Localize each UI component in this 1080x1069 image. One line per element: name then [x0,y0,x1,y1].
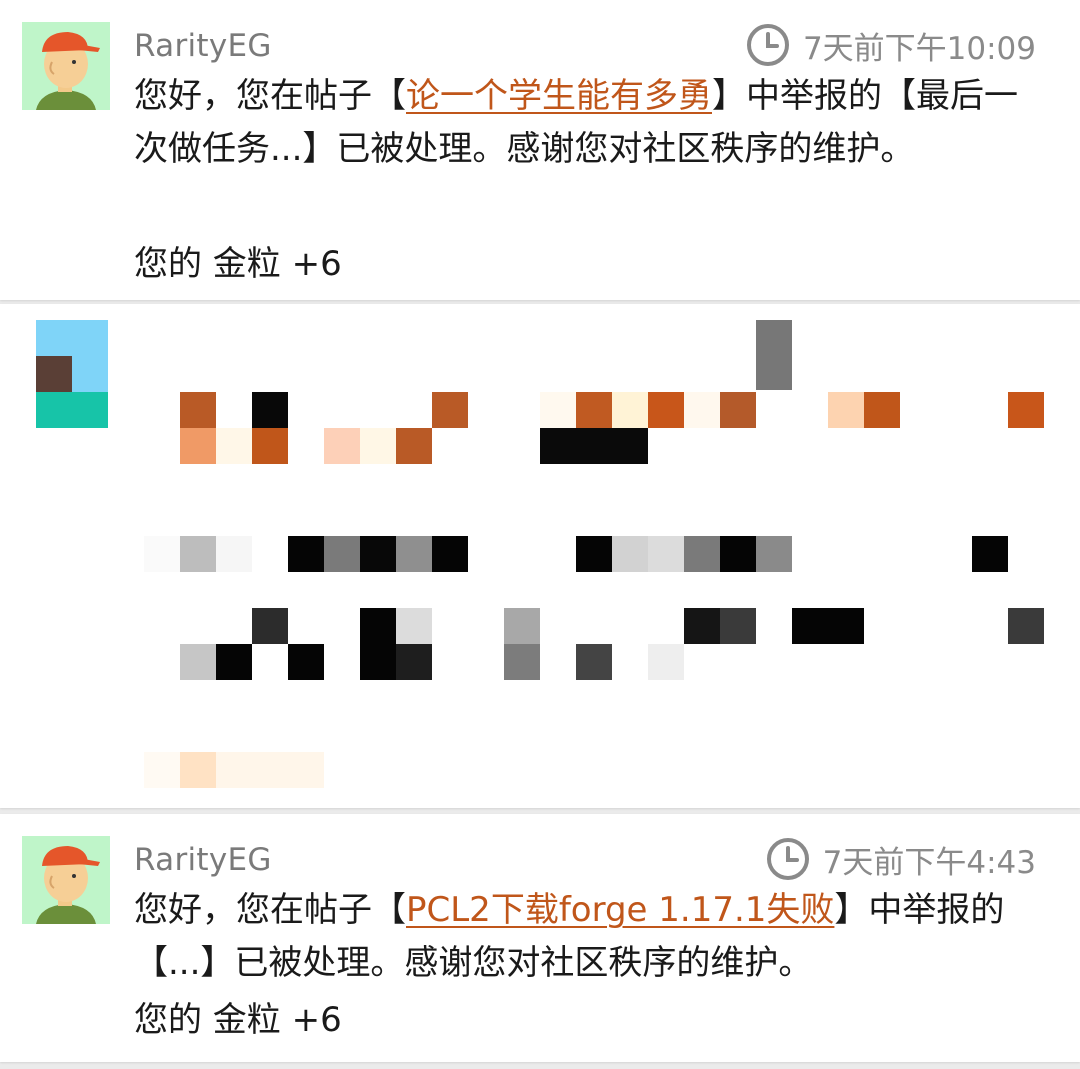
timestamp-text: 7天前下午10:09 [802,30,1036,67]
author-name[interactable]: RarityEG [134,842,272,878]
timestamp: 7天前下午10:09 [745,22,1036,68]
user-avatar[interactable] [22,836,110,924]
author-name[interactable]: RarityEG [134,28,272,64]
message-prefix: 您好，您在帖子【 [134,76,406,116]
avatar-icon [22,22,110,110]
user-avatar[interactable] [22,22,110,110]
notification-card-censored[interactable] [0,304,1080,808]
timestamp-text: 7天前下午4:43 [822,844,1036,881]
timestamp: 7天前下午4:43 [765,836,1036,882]
message-prefix: 您好，您在帖子【 [134,890,406,930]
message-body: 您好，您在帖子【PCL2下载forge 1.17.1失败】中举报的【...】已被… [134,884,1020,990]
thread-link[interactable]: 论一个学生能有多勇 [406,76,712,116]
reward-text: 您的 金粒 +6 [134,244,342,284]
notification-card[interactable]: RarityEG 7天前下午10:09 您好，您在帖子【论一个学生能有多勇】中举… [0,0,1080,300]
clock-icon [746,24,789,66]
thread-link[interactable]: PCL2下载forge 1.17.1失败 [406,890,834,930]
avatar-icon [22,836,110,924]
reward-text: 您的 金粒 +6 [134,1000,342,1040]
message-body: 您好，您在帖子【论一个学生能有多勇】中举报的【最后一次做任务...】已被处理。感… [134,70,1020,176]
clock-icon [766,838,809,880]
notification-card[interactable]: RarityEG 7天前下午4:43 您好，您在帖子【PCL2下载forge 1… [0,814,1080,1062]
pixelated-content [0,304,1080,808]
